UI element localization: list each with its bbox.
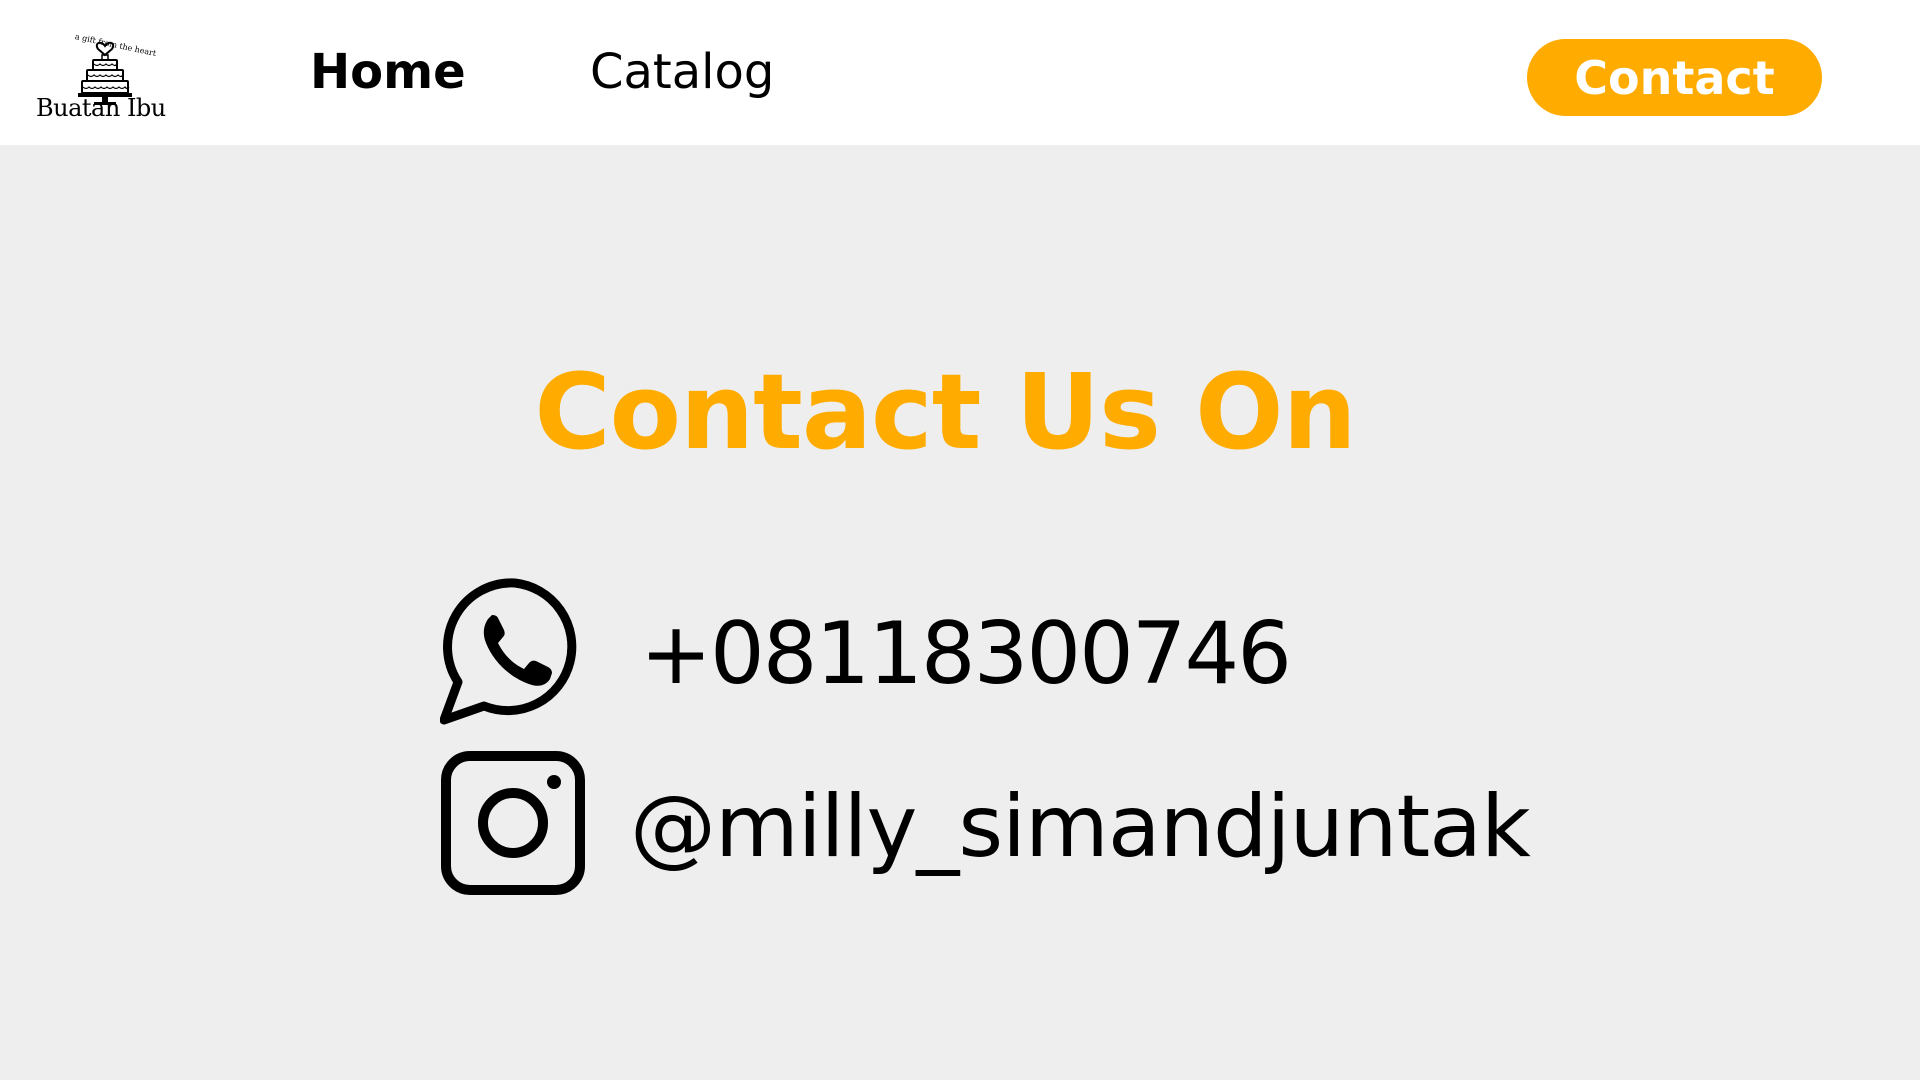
nav-home-link[interactable]: Home [310, 48, 466, 96]
whatsapp-icon [440, 578, 577, 725]
page-title: Contact Us On [534, 351, 1356, 473]
nav-catalog-link[interactable]: Catalog [590, 48, 774, 96]
nav-contact-button[interactable]: Contact [1527, 39, 1822, 116]
instagram-icon [441, 751, 585, 895]
brand-name: Buatan Ibu [36, 94, 166, 122]
instagram-handle: @milly_simandjuntak [630, 777, 1531, 877]
brand-logo[interactable]: a gift from the heart Buatan Ibu [30, 18, 185, 130]
navbar: a gift from the heart Buatan Ibu Home Ca… [0, 0, 1920, 145]
whatsapp-number: +08118300746 [640, 604, 1292, 704]
